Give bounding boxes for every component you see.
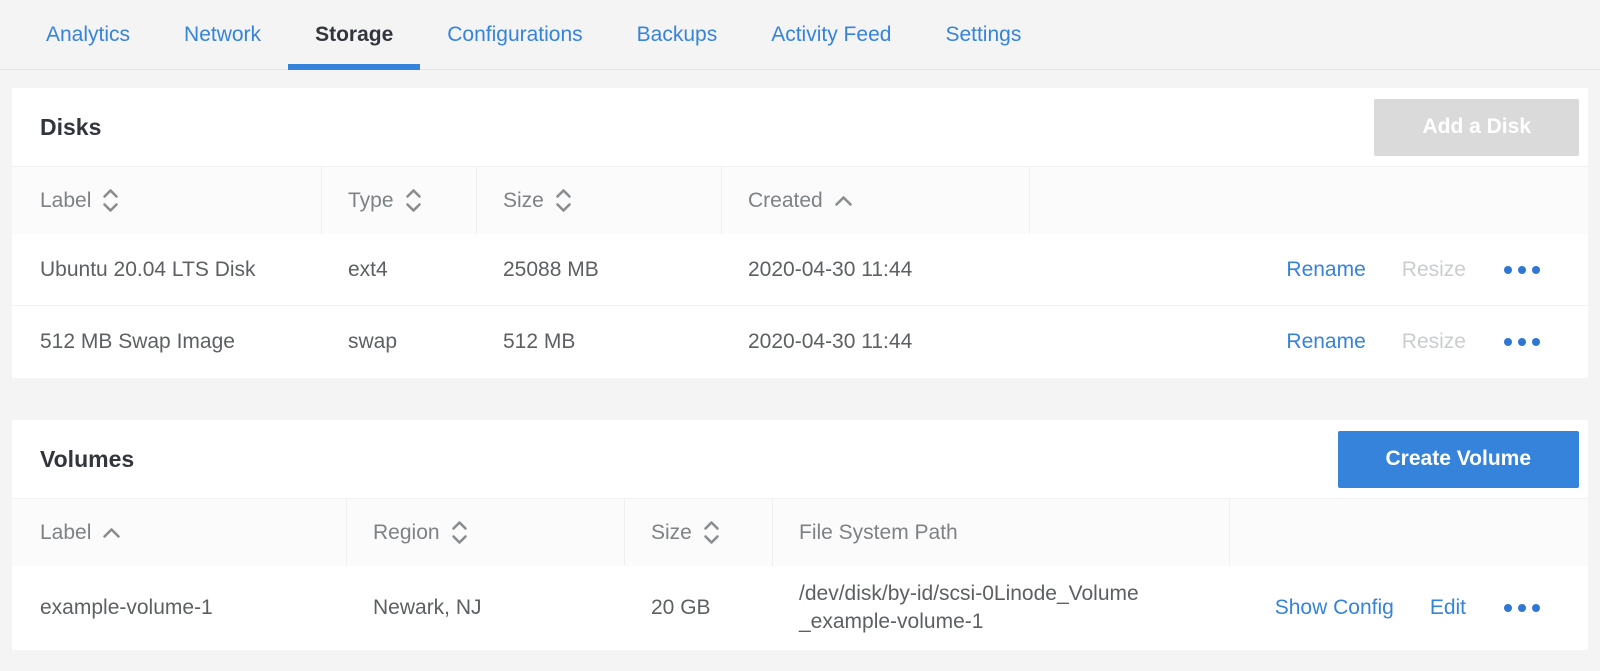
disks-table-header: Label Type Size Created [12,166,1588,234]
show-config-link[interactable]: Show Config [1275,596,1394,620]
volumes-table-header: Label Region Size File System Path [12,498,1588,566]
ellipsis-dot-icon [1532,266,1540,274]
volumes-column-header-region[interactable]: Region [347,499,625,566]
tab-storage[interactable]: Storage [288,0,420,69]
disk-actions-cell: Rename Resize [1030,330,1588,354]
sort-icon [102,187,119,214]
column-label-text: Type [348,189,394,213]
more-actions-button[interactable] [1502,262,1542,278]
volumes-column-header-path: File System Path [773,499,1230,566]
volume-actions-cell: Show Config Edit [1230,596,1588,620]
table-row: example-volume-1 Newark, NJ 20 GB /dev/d… [12,566,1588,650]
disk-type-cell: ext4 [322,258,477,282]
tab-settings[interactable]: Settings [918,0,1048,69]
volumes-column-header-actions [1230,499,1588,566]
volumes-title: Volumes [40,446,134,473]
column-label-text: Size [651,521,692,545]
volumes-panel-header: Volumes Create Volume [12,420,1588,498]
volumes-panel: Volumes Create Volume Label Region Size … [12,420,1588,650]
ellipsis-dot-icon [1532,338,1540,346]
table-row: Ubuntu 20.04 LTS Disk ext4 25088 MB 2020… [12,234,1588,306]
more-actions-button[interactable] [1502,600,1542,616]
sort-icon [703,519,720,546]
more-actions-button[interactable] [1502,334,1542,350]
disks-panel-header: Disks Add a Disk [12,88,1588,166]
sort-asc-icon [102,527,121,539]
edit-link[interactable]: Edit [1430,596,1466,620]
disk-label-cell: 512 MB Swap Image [12,330,322,354]
column-label-text: Created [748,189,823,213]
ellipsis-dot-icon [1504,604,1512,612]
sort-icon [451,519,468,546]
tab-storage-label: Storage [315,23,393,47]
volume-label-cell: example-volume-1 [12,596,347,620]
disk-size-cell: 512 MB [477,330,722,354]
column-label-text: Label [40,189,91,213]
disks-column-header-type[interactable]: Type [322,167,477,234]
ellipsis-dot-icon [1504,338,1512,346]
column-label-text: File System Path [799,521,958,545]
rename-link[interactable]: Rename [1286,330,1365,354]
disks-column-header-created[interactable]: Created [722,167,1030,234]
table-row: 512 MB Swap Image swap 512 MB 2020-04-30… [12,306,1588,378]
volume-size-cell: 20 GB [625,596,773,620]
volumes-column-header-label[interactable]: Label [12,499,347,566]
active-tab-indicator [288,64,420,70]
disks-title: Disks [40,114,101,141]
disk-actions-cell: Rename Resize [1030,258,1588,282]
column-label-text: Size [503,189,544,213]
tab-analytics[interactable]: Analytics [19,0,157,69]
ellipsis-dot-icon [1532,604,1540,612]
ellipsis-dot-icon [1518,266,1526,274]
ellipsis-dot-icon [1518,604,1526,612]
tab-activity-feed[interactable]: Activity Feed [744,0,918,69]
tab-backups[interactable]: Backups [610,0,745,69]
column-label-text: Region [373,521,440,545]
column-label-text: Label [40,521,91,545]
tab-configurations[interactable]: Configurations [420,0,609,69]
disk-created-cell: 2020-04-30 11:44 [722,330,1030,354]
ellipsis-dot-icon [1518,338,1526,346]
volume-region-cell: Newark, NJ [347,596,625,620]
resize-link[interactable]: Resize [1402,258,1466,282]
create-volume-button[interactable]: Create Volume [1338,431,1580,488]
volumes-column-header-size[interactable]: Size [625,499,773,566]
disks-panel: Disks Add a Disk Label Type Size C [12,88,1588,378]
tab-network[interactable]: Network [157,0,288,69]
disk-label-cell: Ubuntu 20.04 LTS Disk [12,258,322,282]
disks-column-header-size[interactable]: Size [477,167,722,234]
disks-column-header-actions [1030,167,1588,234]
sort-icon [555,187,572,214]
add-disk-button[interactable]: Add a Disk [1374,99,1579,156]
volume-path-cell: /dev/disk/by-id/scsi-0Linode_Volume_exam… [773,580,1230,637]
disk-created-cell: 2020-04-30 11:44 [722,258,1030,282]
ellipsis-dot-icon [1504,266,1512,274]
disk-size-cell: 25088 MB [477,258,722,282]
disk-type-cell: swap [322,330,477,354]
sort-icon [405,187,422,214]
disks-column-header-label[interactable]: Label [12,167,322,234]
rename-link[interactable]: Rename [1286,258,1365,282]
sort-asc-icon [834,195,853,207]
resize-link[interactable]: Resize [1402,330,1466,354]
linode-detail-tabbar: Analytics Network Storage Configurations… [0,0,1600,70]
file-system-path-text: /dev/disk/by-id/scsi-0Linode_Volume_exam… [799,580,1139,637]
